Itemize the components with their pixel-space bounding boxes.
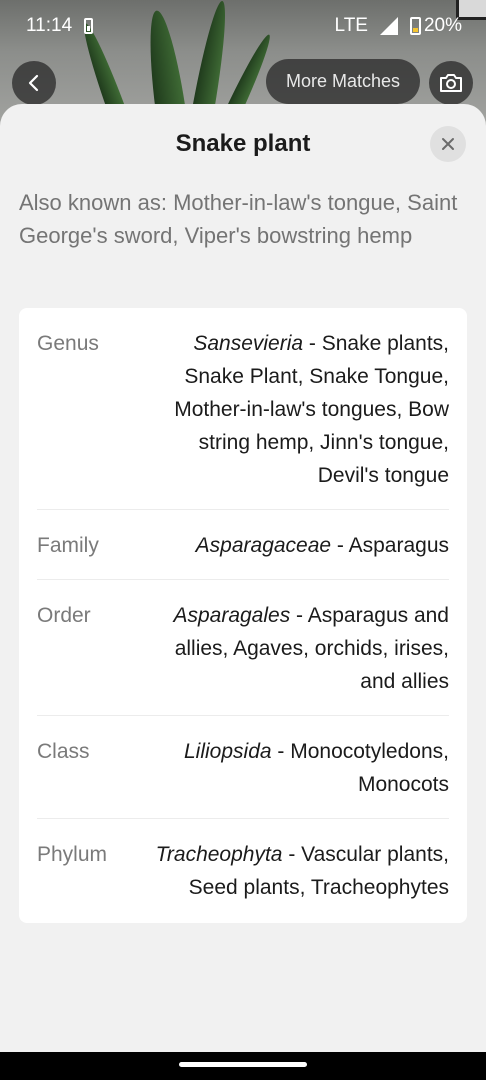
scientific-name: Liliopsida <box>184 740 272 763</box>
rank-label: Phylum <box>37 843 108 866</box>
battery-saver-icon <box>84 18 94 34</box>
battery-percent: 20% <box>423 15 462 36</box>
close-icon <box>442 138 454 150</box>
camera-icon <box>440 74 462 92</box>
chevron-left-icon <box>28 74 39 92</box>
status-bar: 11:14 LTE 20% <box>0 0 486 52</box>
taxon-value: Tracheophyta - Vascular plants, Seed pla… <box>137 838 449 904</box>
scientific-name: Asparagales <box>173 604 291 627</box>
also-known-as: Also known as: Mother-in-law's tongue, S… <box>19 190 458 248</box>
battery-icon <box>409 17 421 35</box>
taxonomy-row-phylum: Phylum Tracheophyta - Vascular plants, S… <box>37 819 449 923</box>
scientific-name: Asparagaceae <box>195 534 332 557</box>
back-button[interactable] <box>12 61 56 105</box>
taxon-value: Sansevieria - Snake plants, Snake Plant,… <box>137 327 449 492</box>
taxon-value: Asparagales - Asparagus and allies, Agav… <box>137 599 449 698</box>
plant-title: Snake plant <box>175 130 311 157</box>
common-names: - Snake plants, Snake Plant, Snake Tongu… <box>174 332 449 487</box>
taxonomy-card: Genus Sansevieria - Snake plants, Snake … <box>19 308 467 923</box>
home-gesture-handle[interactable] <box>179 1062 307 1067</box>
scientific-name: Tracheophyta <box>155 843 283 866</box>
network-type: LTE <box>334 15 368 36</box>
more-matches-button[interactable]: More Matches <box>266 59 420 104</box>
camera-button[interactable] <box>429 61 473 105</box>
rank-label: Class <box>37 740 90 763</box>
rank-label: Family <box>37 534 99 557</box>
common-names: - Monocotyledons, Monocots <box>271 740 449 796</box>
taxon-value: Liliopsida - Monocotyledons, Monocots <box>137 735 449 801</box>
scientific-name: Sansevieria <box>193 332 304 355</box>
taxonomy-row-order: Order Asparagales - Asparagus and allies… <box>37 580 449 716</box>
rank-label: Order <box>37 604 91 627</box>
common-names: - Asparagus <box>331 534 449 557</box>
taxon-value: Asparagaceae - Asparagus <box>137 529 449 562</box>
taxonomy-row-class: Class Liliopsida - Monocotyledons, Monoc… <box>37 716 449 819</box>
taxonomy-row-genus: Genus Sansevieria - Snake plants, Snake … <box>37 308 449 510</box>
signal-icon <box>379 17 398 35</box>
rank-label: Genus <box>37 332 99 355</box>
plant-details-sheet: Snake plant Also known as: Mother-in-law… <box>0 104 486 1052</box>
status-time: 11:14 <box>26 15 73 36</box>
close-button[interactable] <box>430 126 466 162</box>
taxonomy-row-family: Family Asparagaceae - Asparagus <box>37 510 449 580</box>
